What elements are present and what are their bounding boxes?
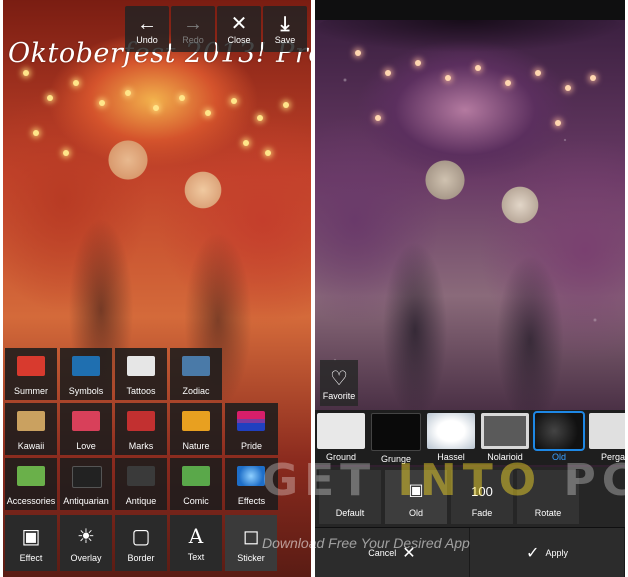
rotate-label: Rotate — [534, 508, 562, 518]
sticker-category-symbols[interactable]: Symbols — [60, 348, 112, 400]
arrow-left-icon: ← — [137, 13, 157, 35]
tab-overlay[interactable]: ☀ Overlay — [60, 515, 112, 571]
tab-effect[interactable]: ▣ Effect — [5, 515, 57, 571]
sticker-category-antique[interactable]: Antique — [115, 458, 167, 510]
tab-border[interactable]: ▢ Border — [115, 515, 167, 571]
save-button[interactable]: ⤓ Save — [263, 6, 307, 52]
comic-icon — [182, 466, 210, 486]
category-label: Love — [76, 441, 96, 451]
redo-button[interactable]: → Redo — [171, 6, 215, 52]
sticker-category-nature[interactable]: Nature — [170, 403, 222, 455]
category-label: Symbols — [68, 386, 104, 396]
favorite-label: Favorite — [322, 390, 356, 401]
watermark-logo-part: PC — [563, 455, 628, 506]
tab-label: Overlay — [70, 552, 102, 563]
sticker-category-love[interactable]: Love — [60, 403, 112, 455]
category-label: Nature — [182, 441, 210, 451]
sticker-category-pride[interactable]: Pride — [225, 403, 278, 455]
watermark-logo: GET INTO PC — [262, 455, 628, 506]
sticker-category-accessories[interactable]: Accessories — [5, 458, 57, 510]
close-label: Close — [227, 35, 251, 45]
close-button[interactable]: ✕ Close — [217, 6, 261, 52]
antique-icon — [127, 466, 155, 486]
close-icon: ✕ — [230, 13, 248, 35]
bulb-icon: ☀ — [77, 525, 95, 548]
heart-icon — [72, 411, 100, 431]
sticker-category-zodiac[interactable]: Zodiac — [170, 348, 222, 400]
effect-thumbnail — [481, 413, 529, 449]
stars-icon — [127, 356, 155, 376]
sticker-category-kawaii[interactable]: Kawaii — [5, 403, 57, 455]
apply-label: Apply — [545, 547, 568, 558]
waves-icon — [182, 356, 210, 376]
category-label: Antiquarian — [63, 496, 109, 506]
tab-label: Effect — [19, 552, 43, 563]
check-icon: ✓ — [526, 544, 540, 562]
flower-icon — [182, 411, 210, 431]
default-label: Default — [335, 508, 365, 518]
heart-outline-icon: ♡ — [330, 367, 348, 390]
category-label: Zodiac — [182, 386, 210, 396]
save-label: Save — [274, 35, 296, 45]
category-label: Comic — [183, 496, 209, 506]
category-label: Kawaii — [17, 441, 45, 451]
watermark-logo-part: GET — [262, 455, 398, 506]
tab-label: Text — [187, 552, 205, 562]
download-icon: ⤓ — [280, 13, 290, 35]
category-label: Accessories — [6, 496, 56, 506]
marks-icon — [127, 411, 155, 431]
effect-thumbnail — [317, 413, 365, 449]
redo-label: Redo — [182, 35, 204, 45]
quill-icon — [72, 466, 102, 488]
sticker-category-summer[interactable]: Summer — [5, 348, 57, 400]
tab-text[interactable]: A Text — [170, 515, 222, 571]
sticker-category-antiquarian[interactable]: Antiquarian — [60, 458, 112, 510]
sticker-category-marks[interactable]: Marks — [115, 403, 167, 455]
sticker-category-comic[interactable]: Comic — [170, 458, 222, 510]
undo-button[interactable]: ← Undo — [125, 6, 169, 52]
kawaii-icon — [17, 411, 45, 431]
watermark-logo-highlight: INTO — [397, 455, 543, 506]
category-label: Pride — [240, 441, 262, 451]
sticker-category-tattoos[interactable]: Tattoos — [115, 348, 167, 400]
tab-label: Sticker — [237, 552, 265, 563]
watermark-tagline: Download Free Your Desired App — [262, 535, 470, 551]
apply-button[interactable]: ✓ Apply — [470, 528, 625, 577]
flag-icon — [237, 411, 265, 431]
top-action-bar: ← Undo → Redo ✕ Close ⤓ Save — [125, 6, 307, 52]
grid-row: Summer Symbols Tattoos Zodiac — [5, 348, 309, 400]
fade-label: Fade — [471, 508, 493, 518]
effect-thumbnail — [589, 413, 625, 449]
undo-label: Undo — [136, 35, 158, 45]
sticker-icon: ◻ — [242, 525, 260, 548]
tab-label: Border — [127, 552, 155, 563]
arrow-right-icon: → — [183, 13, 203, 35]
category-label: Antique — [125, 496, 157, 506]
favorite-button[interactable]: ♡ Favorite — [320, 360, 358, 406]
sparkle-icon — [237, 466, 265, 486]
old-label: Old — [408, 508, 423, 518]
effect-thumbnail — [371, 413, 421, 451]
effect-thumbnail — [533, 411, 585, 451]
film-icon: ▣ — [21, 525, 41, 548]
carousel-lights — [315, 20, 625, 190]
category-label: Tattoos — [126, 386, 156, 396]
frame-icon: ▢ — [131, 525, 151, 548]
bucket-icon — [17, 356, 45, 376]
effect-thumbnail — [427, 413, 475, 449]
grid-row: Kawaii Love Marks Nature Pride — [5, 403, 309, 455]
clover-icon — [72, 356, 100, 376]
category-label: Summer — [13, 386, 48, 396]
text-icon: A — [188, 524, 204, 548]
category-label: Marks — [128, 441, 154, 451]
sunglasses-icon — [17, 466, 45, 486]
